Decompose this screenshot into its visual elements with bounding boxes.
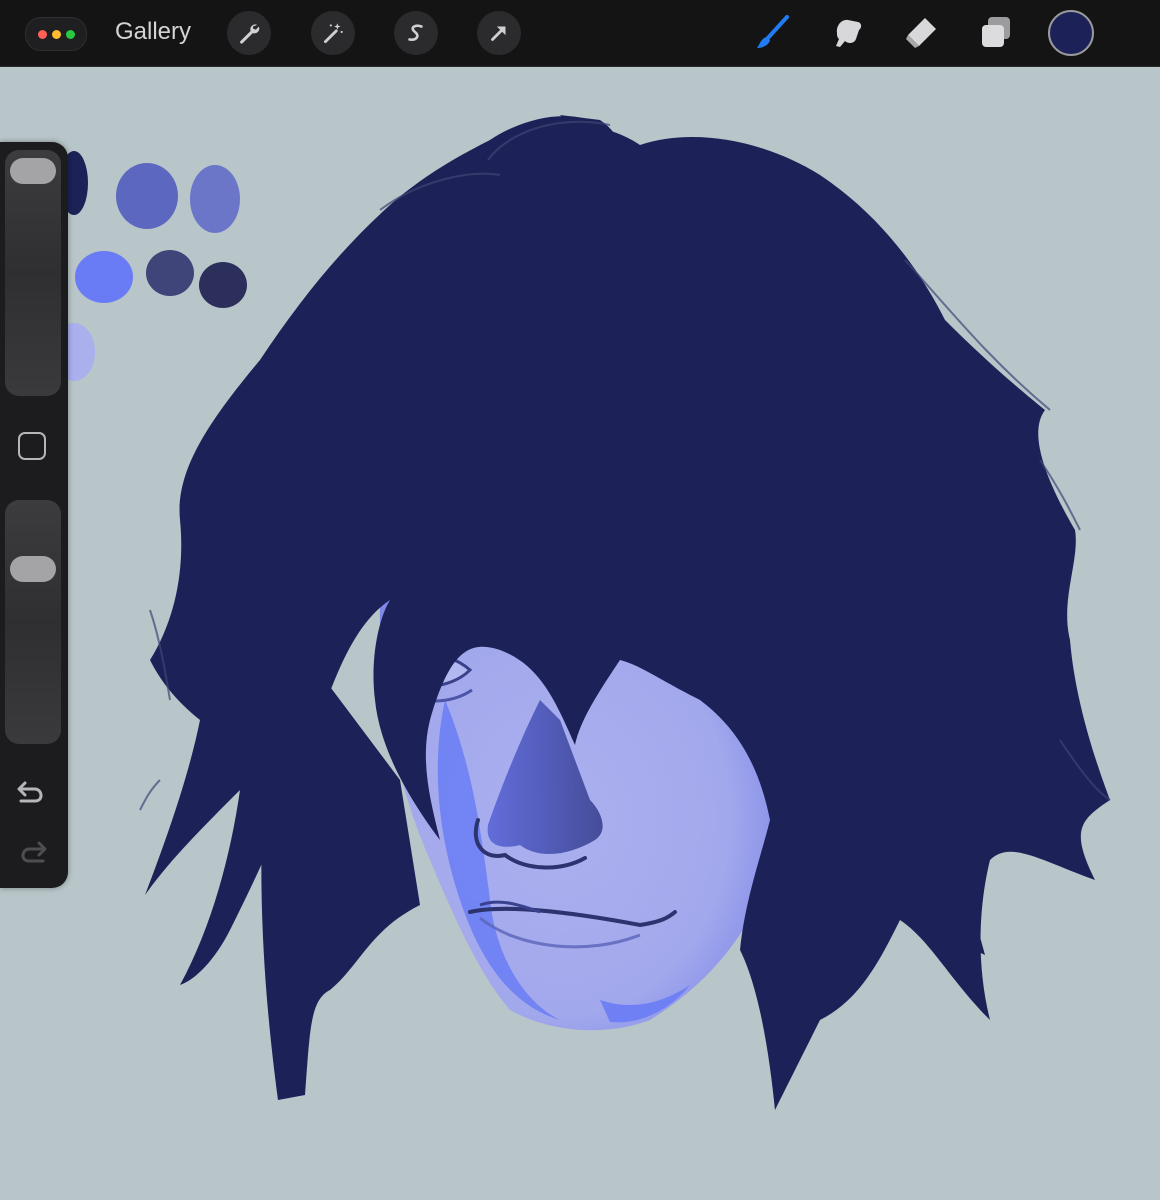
left-sidebar: [0, 142, 68, 888]
drawing-canvas[interactable]: [0, 67, 1160, 1200]
color-palette-swatches: [53, 151, 247, 381]
brush-size-slider[interactable]: [5, 150, 61, 396]
brush-opacity-thumb[interactable]: [10, 556, 56, 582]
swatch-muted-indigo: [146, 250, 194, 296]
swatch-dark-indigo: [199, 262, 247, 308]
adjustments-button[interactable]: [311, 11, 355, 55]
color-picker-button[interactable]: [1048, 10, 1094, 56]
gallery-button[interactable]: Gallery: [115, 18, 191, 46]
selection-button[interactable]: [394, 11, 438, 55]
smudge-tool[interactable]: [825, 10, 871, 56]
magic-wand-icon: [324, 23, 343, 44]
transform-arrow-icon: [491, 26, 506, 41]
zoom-dot[interactable]: [65, 29, 75, 39]
smudge-icon: [836, 19, 862, 47]
swatch-mid-blue-2: [190, 165, 240, 233]
minimize-dot[interactable]: [51, 29, 61, 39]
redo-icon: [21, 841, 47, 863]
brush-size-thumb[interactable]: [10, 158, 56, 184]
modify-square-icon[interactable]: [18, 432, 46, 460]
actions-button[interactable]: [227, 11, 271, 55]
brush-opacity-slider[interactable]: [5, 500, 61, 744]
close-dot[interactable]: [37, 29, 47, 39]
selection-icon: [408, 24, 423, 41]
procreate-app: Gallery: [0, 0, 1160, 1200]
redo-button[interactable]: [15, 837, 49, 869]
eraser-tool[interactable]: [898, 10, 944, 56]
window-controls[interactable]: [25, 17, 87, 51]
swatch-mid-blue-1: [116, 163, 178, 229]
transform-button[interactable]: [477, 11, 521, 55]
brush-tool[interactable]: [750, 10, 796, 56]
top-toolbar: Gallery: [0, 0, 1160, 67]
artwork: [53, 115, 1111, 1111]
eraser-icon: [906, 18, 936, 48]
layers-tool[interactable]: [973, 10, 1019, 56]
wrench-icon: [240, 24, 260, 44]
undo-icon: [17, 781, 43, 803]
layers-icon: [982, 17, 1010, 47]
undo-button[interactable]: [15, 777, 49, 809]
brush-icon: [757, 15, 789, 48]
swatch-bright-blue: [75, 251, 133, 303]
